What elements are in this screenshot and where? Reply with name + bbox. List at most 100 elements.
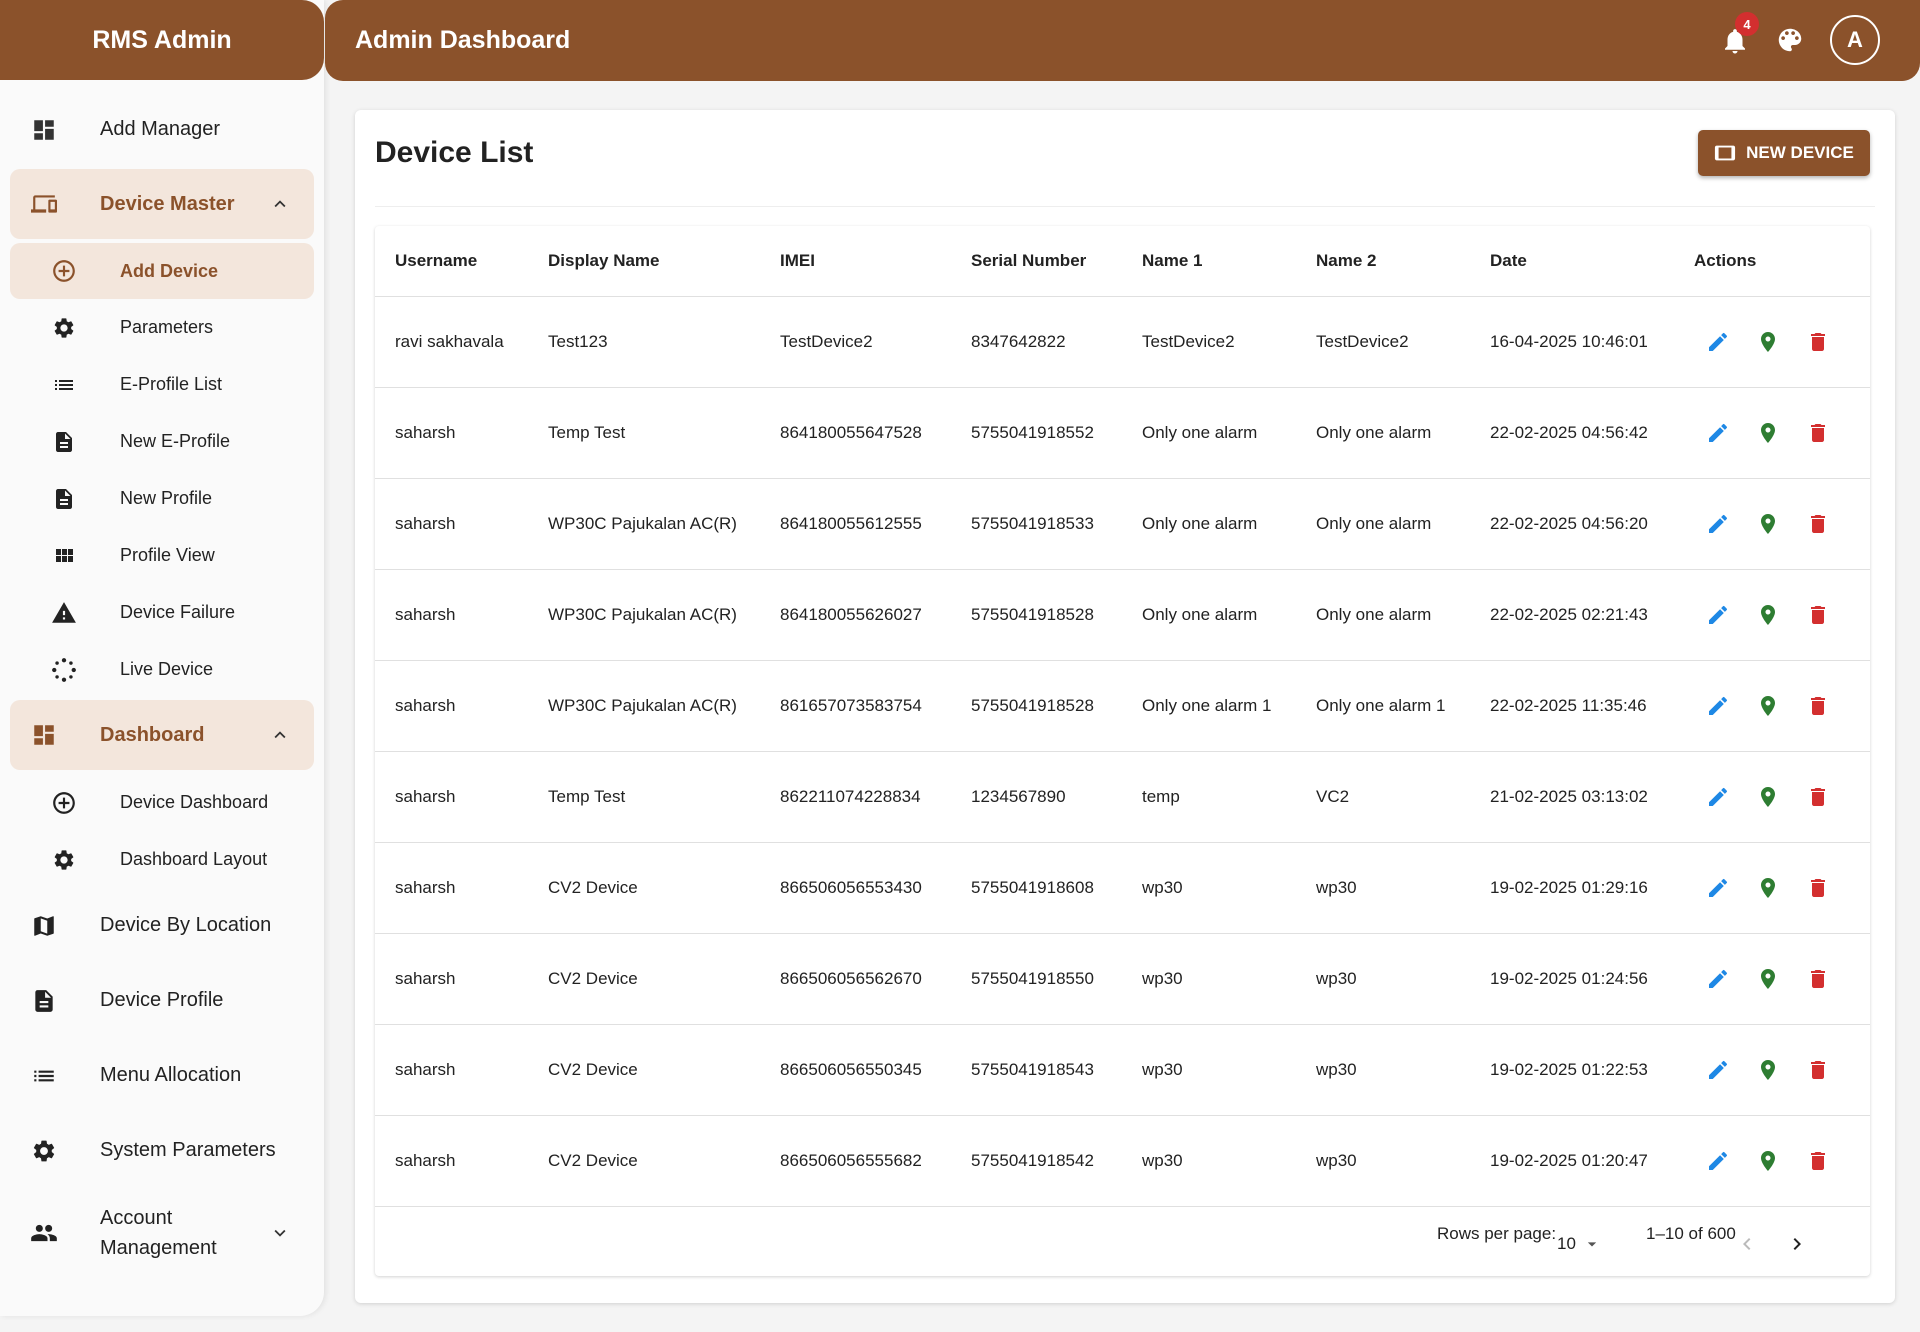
cell-actions — [1674, 296, 1870, 388]
column-header-display-name[interactable]: Display Name — [528, 226, 760, 297]
edit-icon[interactable] — [1706, 967, 1730, 991]
sidebar-item-device-profile[interactable]: Device Profile — [10, 963, 314, 1038]
cell-date: 22-02-2025 04:56:20 — [1470, 478, 1674, 570]
sidebar-item-device-dashboard[interactable]: Device Dashboard — [10, 774, 314, 831]
table-row: saharsh WP30C Pajukalan AC(R) 864180055612… — [375, 478, 1870, 570]
row-actions — [1694, 694, 1870, 718]
delete-icon[interactable] — [1806, 421, 1830, 445]
page-title: Device List — [375, 136, 534, 169]
sidebar-item-live-device[interactable]: Live Device — [10, 641, 314, 698]
sidebar-item-dashboard[interactable]: Dashboard — [10, 700, 314, 770]
previous-page-button[interactable] — [1735, 1232, 1759, 1256]
sidebar-item-new-e-profile[interactable]: New E-Profile — [10, 413, 314, 470]
sidebar-item-profile-view[interactable]: Profile View — [10, 527, 314, 584]
sidebar-item-device-by-location[interactable]: Device By Location — [10, 888, 314, 963]
edit-icon[interactable] — [1706, 785, 1730, 809]
sidebar-item-new-profile[interactable]: New Profile — [10, 470, 314, 527]
delete-icon[interactable] — [1806, 1058, 1830, 1082]
avatar[interactable]: A — [1830, 15, 1880, 65]
grid-icon — [50, 542, 78, 570]
location-pin-icon[interactable] — [1756, 421, 1780, 445]
edit-icon[interactable] — [1706, 512, 1730, 536]
edit-icon[interactable] — [1706, 421, 1730, 445]
notification-badge: 4 — [1735, 12, 1759, 36]
sidebar-item-e-profile-list[interactable]: E-Profile List — [10, 356, 314, 413]
location-pin-icon[interactable] — [1756, 876, 1780, 900]
location-pin-icon[interactable] — [1756, 1149, 1780, 1173]
sidebar-item-device-failure[interactable]: Device Failure — [10, 584, 314, 641]
add-circle-icon — [50, 789, 78, 817]
cell-date: 22-02-2025 11:35:46 — [1470, 660, 1674, 752]
rows-per-page-select[interactable]: 10 — [1557, 1234, 1602, 1254]
tablet-icon — [1715, 145, 1736, 161]
gear-icon — [50, 314, 78, 342]
delete-icon[interactable] — [1806, 876, 1830, 900]
sidebar-item-dashboard-layout[interactable]: Dashboard Layout — [10, 831, 314, 888]
sidebar-item-add-manager[interactable]: Add Manager — [10, 92, 314, 167]
location-pin-icon[interactable] — [1756, 785, 1780, 809]
column-header-date[interactable]: Date — [1470, 226, 1674, 297]
warning-icon — [50, 599, 78, 627]
cell-username: ravi sakhavala — [375, 296, 528, 388]
document-icon — [50, 428, 78, 456]
dashboard-icon — [30, 721, 58, 749]
location-pin-icon[interactable] — [1756, 967, 1780, 991]
delete-icon[interactable] — [1806, 1149, 1830, 1173]
new-device-button[interactable]: NEW DEVICE — [1698, 130, 1870, 176]
column-header-username[interactable]: Username — [375, 226, 528, 297]
location-pin-icon[interactable] — [1756, 603, 1780, 627]
cell-name-1: Only one alarm — [1122, 387, 1296, 479]
location-pin-icon[interactable] — [1756, 694, 1780, 718]
column-header-serial-number[interactable]: Serial Number — [951, 226, 1122, 297]
cell-name-1: wp30 — [1122, 1024, 1296, 1116]
edit-icon[interactable] — [1706, 1149, 1730, 1173]
cell-name-1: Only one alarm — [1122, 478, 1296, 570]
sidebar-item-label: Live Device — [120, 659, 214, 679]
people-icon — [30, 1219, 58, 1247]
edit-icon[interactable] — [1706, 330, 1730, 354]
dashboard-icon — [30, 116, 58, 144]
cell-name-1: Only one alarm — [1122, 569, 1296, 661]
location-pin-icon[interactable] — [1756, 330, 1780, 354]
delete-icon[interactable] — [1806, 512, 1830, 536]
column-header-name-2[interactable]: Name 2 — [1296, 226, 1470, 297]
delete-icon[interactable] — [1806, 694, 1830, 718]
sidebar-nav: Add Manager Device Master Add Device Par… — [0, 80, 324, 1278]
next-page-button[interactable] — [1785, 1232, 1809, 1256]
cell-serial-number: 1234567890 — [951, 751, 1122, 843]
sidebar-item-account-management[interactable]: Account Management — [10, 1188, 314, 1278]
device-list-card: Device List NEW DEVICE Username Display … — [355, 110, 1895, 1303]
delete-icon[interactable] — [1806, 603, 1830, 627]
location-pin-icon[interactable] — [1756, 512, 1780, 536]
edit-icon[interactable] — [1706, 1058, 1730, 1082]
delete-icon[interactable] — [1806, 785, 1830, 809]
table-row: saharsh Temp Test 864180055647528 575504191… — [375, 387, 1870, 479]
location-pin-icon[interactable] — [1756, 1058, 1780, 1082]
delete-icon[interactable] — [1806, 330, 1830, 354]
cell-imei: 866506056553430 — [760, 842, 951, 934]
device-table: Username Display Name IMEI Serial Number… — [375, 226, 1870, 1207]
column-header-imei[interactable]: IMEI — [760, 226, 951, 297]
cell-actions — [1674, 569, 1870, 661]
brand-title: RMS Admin — [0, 0, 324, 80]
table-row: saharsh CV2 Device 866506056550345 57550419… — [375, 1024, 1870, 1116]
sidebar-item-label: E-Profile List — [120, 374, 223, 394]
delete-icon[interactable] — [1806, 967, 1830, 991]
column-header-name-1[interactable]: Name 1 — [1122, 226, 1296, 297]
theme-button[interactable] — [1775, 25, 1805, 55]
gear-icon — [50, 846, 78, 874]
sidebar-item-parameters[interactable]: Parameters — [10, 299, 314, 356]
cell-imei: 864180055612555 — [760, 478, 951, 570]
cell-name-2: Only one alarm — [1296, 387, 1470, 479]
edit-icon[interactable] — [1706, 694, 1730, 718]
edit-icon[interactable] — [1706, 603, 1730, 627]
sidebar-item-device-master[interactable]: Device Master — [10, 169, 314, 239]
row-actions — [1694, 330, 1870, 354]
edit-icon[interactable] — [1706, 876, 1730, 900]
cell-serial-number: 5755041918542 — [951, 1115, 1122, 1207]
sidebar-item-menu-allocation[interactable]: Menu Allocation — [10, 1038, 314, 1113]
sidebar-item-system-parameters[interactable]: System Parameters — [10, 1113, 314, 1188]
sidebar-item-add-device[interactable]: Add Device — [10, 243, 314, 299]
sidebar-item-label: Device Failure — [120, 602, 236, 622]
top-app-bar: Admin Dashboard 4 A — [325, 0, 1920, 81]
